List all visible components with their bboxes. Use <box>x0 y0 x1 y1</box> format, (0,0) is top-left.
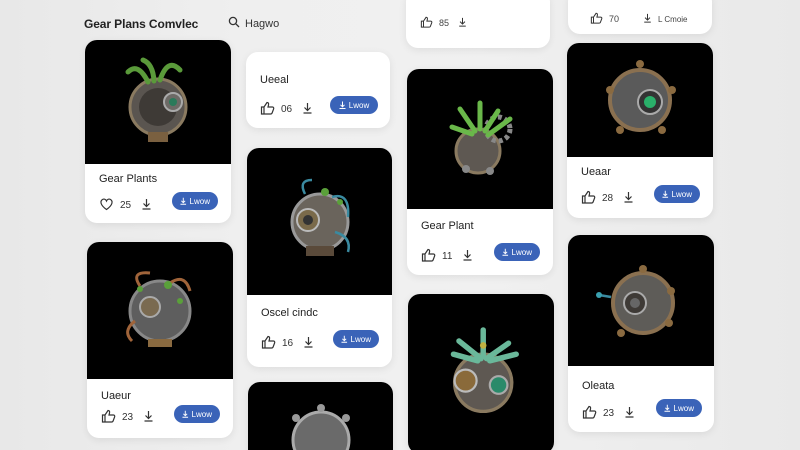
thumbs-up-icon[interactable] <box>261 335 276 352</box>
card-meta: 23 <box>582 405 635 422</box>
like-count: 25 <box>120 200 132 211</box>
image-card[interactable]: Gear Plants 25 Lwow <box>85 40 231 223</box>
download-icon[interactable] <box>143 410 154 425</box>
image-card[interactable]: Oscel cindc 16 Lwow <box>247 148 392 367</box>
card-title: Ueeal <box>260 74 289 86</box>
page-title: Gear Plans Comvlec <box>84 17 199 31</box>
search-bar[interactable]: Hagwo <box>228 14 279 34</box>
download-button[interactable]: Lwow <box>654 185 700 203</box>
download-icon[interactable] <box>303 336 314 351</box>
like-count: 23 <box>122 412 134 423</box>
image-card[interactable]: Ueeal 06 Lwow <box>246 52 390 128</box>
card-meta: 16 <box>261 335 314 352</box>
download-button-label: Lwow <box>191 409 212 419</box>
image-card[interactable]: Uaeur 23 Lwow <box>87 242 233 438</box>
download-button[interactable]: Lwow <box>172 192 218 210</box>
like-count: 85 <box>439 18 450 28</box>
card-title: Oleata <box>582 380 615 392</box>
thumbs-up-icon[interactable] <box>582 405 597 422</box>
download-icon[interactable] <box>458 17 467 29</box>
card-meta: 25 <box>99 197 152 214</box>
download-button[interactable]: Lwow <box>330 96 378 114</box>
like-count: 28 <box>602 193 614 204</box>
download-icon[interactable] <box>623 191 634 206</box>
card-image[interactable] <box>247 148 392 295</box>
like-count: 06 <box>281 104 293 115</box>
card-meta: 85 <box>420 16 467 30</box>
card-meta: 11 <box>421 248 473 265</box>
like-count: 23 <box>603 408 615 419</box>
card-title: Ueaar <box>581 166 611 178</box>
search-input[interactable]: Hagwo <box>245 18 279 30</box>
download-icon[interactable] <box>643 13 652 25</box>
download-button-label: Lwow <box>511 247 532 257</box>
card-image[interactable] <box>407 69 553 209</box>
download-icon[interactable] <box>141 198 152 213</box>
like-count: 16 <box>282 338 294 349</box>
download-button[interactable]: Lwow <box>333 330 379 348</box>
card-title: Gear Plant <box>421 220 474 232</box>
thumbs-up-icon[interactable] <box>260 101 275 118</box>
card-title: Uaeur <box>101 390 131 402</box>
download-button[interactable]: Lwow <box>174 405 220 423</box>
image-card[interactable]: Ueaar 28 Lwow <box>567 43 713 218</box>
card-image[interactable] <box>85 40 231 164</box>
thumbs-up-icon[interactable] <box>590 12 603 26</box>
search-icon <box>228 15 240 33</box>
image-card[interactable]: Oleata 23 Lwow <box>568 235 714 432</box>
card-image[interactable] <box>248 382 393 450</box>
card-image[interactable] <box>567 43 713 157</box>
download-button-label: Lwow <box>350 334 371 344</box>
card-meta: 23 <box>101 409 154 426</box>
image-card[interactable]: 85 <box>406 0 550 48</box>
card-image[interactable] <box>87 242 233 379</box>
download-button-label: Lwow <box>348 100 370 110</box>
download-icon[interactable] <box>624 406 635 421</box>
thumbs-up-icon[interactable] <box>421 248 436 265</box>
image-card[interactable] <box>248 382 393 450</box>
heart-icon[interactable] <box>99 197 114 214</box>
thumbs-up-icon[interactable] <box>420 16 433 30</box>
download-button-label: Lwow <box>671 189 692 199</box>
card-meta: 28 <box>581 190 634 207</box>
app-header: Gear Plans Comvlec <box>84 14 198 34</box>
download-button[interactable]: Lwow <box>494 243 540 261</box>
download-button-label: Lwow <box>189 196 210 206</box>
download-button[interactable]: Lwow <box>656 399 702 417</box>
download-icon[interactable] <box>302 102 313 117</box>
like-count: 11 <box>442 251 453 262</box>
thumbs-up-icon[interactable] <box>101 409 116 426</box>
image-card[interactable] <box>408 294 554 450</box>
download-label[interactable]: L Cmoie <box>658 15 688 24</box>
card-title: Gear Plants <box>99 173 158 185</box>
download-button-label: Lwow <box>673 403 694 413</box>
image-card[interactable]: Gear Plant 11 Lwow <box>407 69 553 275</box>
thumbs-up-icon[interactable] <box>581 190 596 207</box>
image-card[interactable]: 70 L Cmoie <box>568 0 712 34</box>
card-title: Oscel cindc <box>261 307 318 319</box>
card-meta: 70 L Cmoie <box>590 12 688 26</box>
card-meta: 06 <box>260 101 313 118</box>
card-image[interactable] <box>408 294 554 450</box>
like-count: 70 <box>609 14 620 24</box>
card-image[interactable] <box>568 235 714 366</box>
download-icon[interactable] <box>462 249 473 264</box>
